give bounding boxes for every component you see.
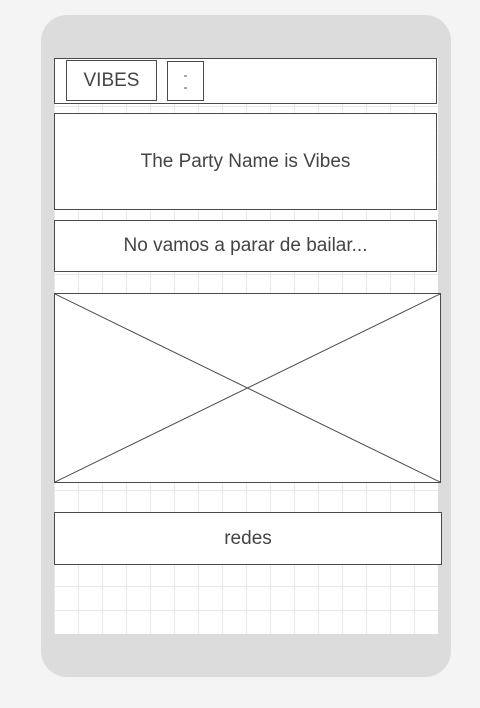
social-label: redes xyxy=(224,527,272,549)
image-placeholder xyxy=(54,293,441,483)
hero-title-box: The Party Name is Vibes xyxy=(54,113,437,210)
hero-subtitle: No vamos a parar de bailar... xyxy=(123,235,368,256)
logo[interactable]: VIBES xyxy=(66,60,157,101)
logo-text: VIBES xyxy=(83,69,140,91)
menu-button[interactable]: - - xyxy=(167,61,204,101)
hero-subtitle-box: No vamos a parar de bailar... xyxy=(54,220,437,272)
image-placeholder-icon xyxy=(55,294,440,482)
social-links-button[interactable]: redes xyxy=(54,512,442,565)
menu-line-2: - xyxy=(183,80,188,94)
hero-title: The Party Name is Vibes xyxy=(140,150,351,172)
